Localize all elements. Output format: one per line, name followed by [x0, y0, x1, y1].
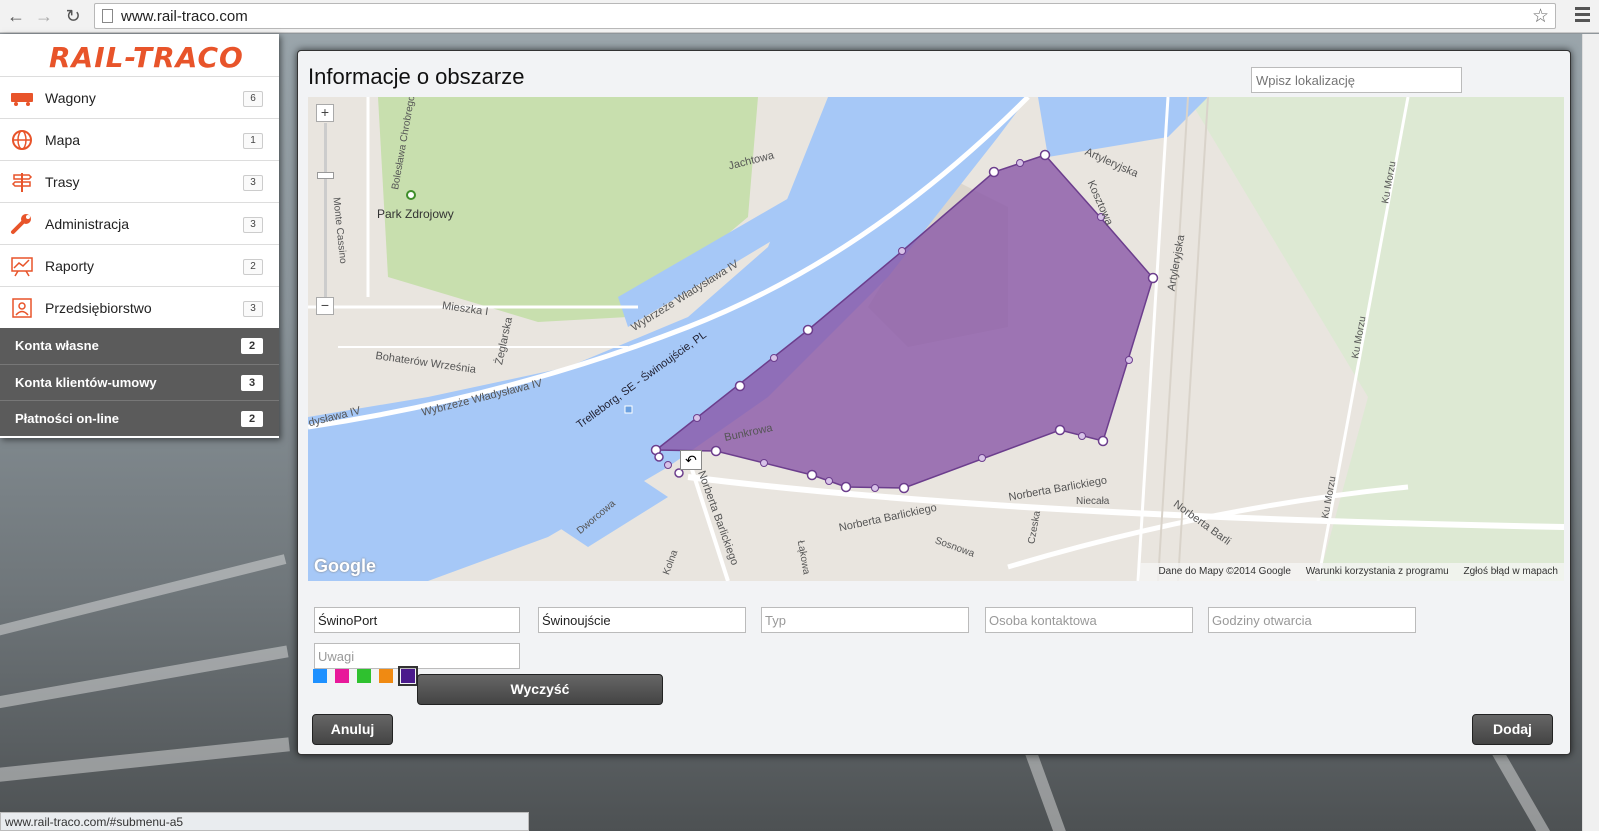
- map[interactable]: + − ↶ Park Zdrojowy Jachtowa Mieszka I Ż…: [308, 97, 1564, 581]
- map-footer: Dane do Mapy ©2014 Google Warunki korzys…: [1140, 563, 1564, 581]
- zoom-out-button[interactable]: −: [316, 297, 334, 315]
- bookmark-star-icon[interactable]: ☆: [1532, 5, 1549, 28]
- color-swatch-purple[interactable]: [398, 666, 418, 686]
- submenu-item-label: Konta klientów-umowy: [15, 375, 157, 390]
- zoom-slider-track[interactable]: [324, 123, 327, 305]
- sidebar-item-administracja[interactable]: Administracja 3: [0, 202, 279, 244]
- sidebar-item-count: 3: [243, 301, 263, 317]
- city-field[interactable]: [538, 607, 746, 633]
- page-icon: [102, 9, 113, 23]
- color-swatch-orange[interactable]: [379, 669, 393, 683]
- sidebar-item-wagony[interactable]: Wagony 6: [0, 76, 279, 118]
- company-icon: [12, 298, 32, 318]
- chart-icon: [11, 257, 33, 277]
- sidebar-item-trasy[interactable]: Trasy 3: [0, 160, 279, 202]
- sidebar-item-mapa[interactable]: Mapa 1: [0, 118, 279, 160]
- globe-icon: [12, 130, 32, 150]
- map-label-niecala: Niecała: [1076, 496, 1110, 507]
- map-terms-link[interactable]: Warunki korzystania z programu: [1306, 566, 1449, 577]
- browser-toolbar: ← → ↻ www.rail-traco.com ☆: [0, 0, 1599, 33]
- forward-arrow-icon[interactable]: →: [34, 6, 54, 26]
- color-swatch-pink[interactable]: [335, 669, 349, 683]
- zoom-in-button[interactable]: +: [316, 104, 334, 122]
- google-logo[interactable]: Google: [314, 556, 376, 577]
- submenu-item-label: Płatności on-line: [15, 411, 120, 426]
- zoom-slider-handle[interactable]: [317, 172, 334, 179]
- color-swatch-blue[interactable]: [313, 669, 327, 683]
- wrench-icon: [11, 214, 31, 234]
- ferry-marker: [624, 405, 633, 414]
- cancel-button[interactable]: Anuluj: [312, 714, 393, 745]
- sidebar-item-count: 2: [243, 259, 263, 275]
- submenu-item-platnosci[interactable]: Płatności on-line 2: [0, 400, 279, 436]
- signpost-icon: [11, 173, 33, 192]
- clear-button[interactable]: Wyczyść: [417, 674, 663, 705]
- undo-icon[interactable]: ↶: [680, 450, 702, 470]
- area-name-field[interactable]: [314, 607, 520, 633]
- sidebar-item-label: Przedsiębiorstwo: [45, 300, 152, 316]
- contact-person-field[interactable]: [985, 607, 1193, 633]
- submenu-item-label: Konta własne: [15, 338, 99, 353]
- back-arrow-icon[interactable]: ←: [6, 6, 26, 26]
- submenu-item-count: 2: [241, 411, 263, 427]
- sidebar-item-count: 6: [243, 91, 263, 107]
- notes-field[interactable]: [314, 643, 520, 669]
- park-marker: [406, 190, 416, 200]
- sidebar-item-count: 1: [243, 133, 263, 149]
- sidebar-item-label: Raporty: [45, 258, 95, 274]
- wagon-icon: [11, 93, 33, 106]
- sidebar-item-count: 3: [243, 175, 263, 191]
- map-label-park: Park Zdrojowy: [377, 207, 454, 221]
- sidebar-item-przedsiebiorstwo[interactable]: Przedsiębiorstwo 3: [0, 286, 279, 328]
- sidebar: RAIL-TRACO Wagony 6 Mapa 1 Trasy 3 Admin…: [0, 34, 279, 438]
- area-info-dialog: Informacje o obszarze Wpisz lokalizację …: [297, 50, 1571, 755]
- map-report-link[interactable]: Zgłoś błąd w mapach: [1464, 566, 1559, 577]
- opening-hours-field[interactable]: [1208, 607, 1416, 633]
- logo[interactable]: RAIL-TRACO: [0, 34, 279, 76]
- reload-icon[interactable]: ↻: [63, 6, 83, 26]
- sidebar-item-label: Administracja: [45, 216, 130, 232]
- submenu-item-konta-wlasne[interactable]: Konta własne 2: [0, 328, 279, 364]
- submenu-item-konta-klientow[interactable]: Konta klientów-umowy 3: [0, 364, 279, 400]
- type-field[interactable]: [761, 607, 969, 633]
- sidebar-item-raporty[interactable]: Raporty 2: [0, 244, 279, 286]
- address-bar[interactable]: www.rail-traco.com ☆: [94, 3, 1556, 29]
- url-text[interactable]: www.rail-traco.com: [121, 8, 248, 25]
- logo-text: RAIL-TRACO: [49, 41, 244, 74]
- color-swatch-green[interactable]: [357, 669, 371, 683]
- submenu-item-count: 3: [241, 375, 263, 391]
- sidebar-item-count: 3: [243, 217, 263, 233]
- sidebar-item-label: Trasy: [45, 174, 80, 190]
- sidebar-item-label: Mapa: [45, 132, 81, 148]
- location-search-input[interactable]: [1251, 67, 1462, 93]
- status-bar: www.rail-traco.com/#submenu-a5: [0, 812, 529, 831]
- submenu-item-count: 2: [241, 338, 263, 354]
- add-button[interactable]: Dodaj: [1472, 714, 1553, 745]
- menu-icon[interactable]: [1575, 7, 1590, 25]
- dialog-title: Informacje o obszarze: [308, 64, 525, 89]
- sidebar-item-label: Wagony: [45, 90, 96, 106]
- page-scrollbar[interactable]: [1582, 34, 1599, 831]
- map-data-credit: Dane do Mapy ©2014 Google: [1158, 566, 1291, 577]
